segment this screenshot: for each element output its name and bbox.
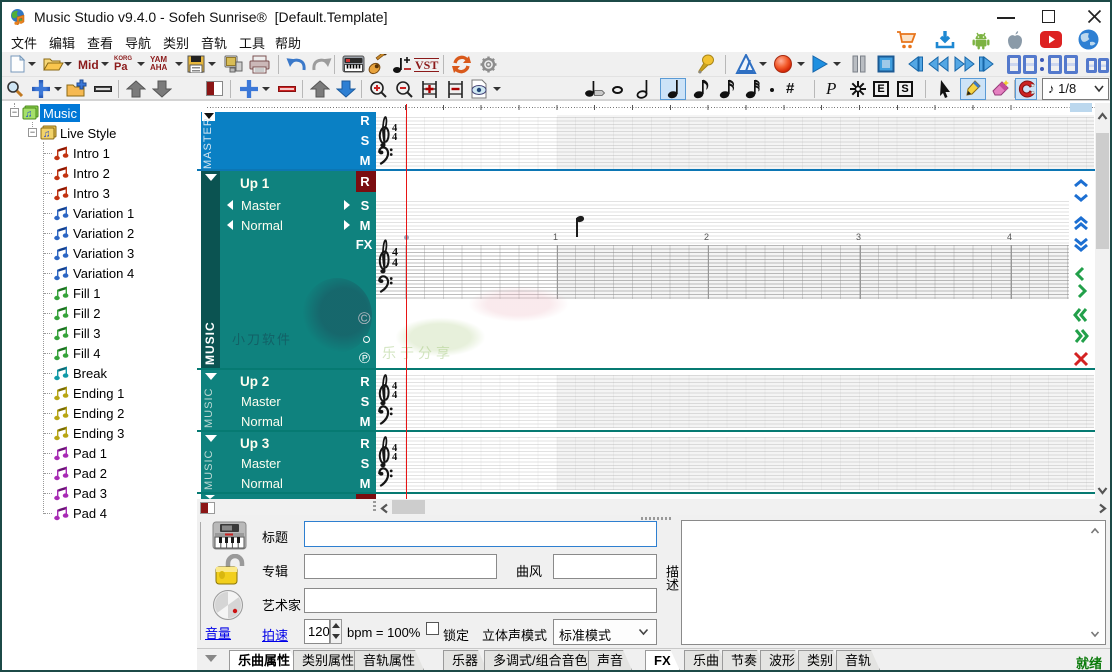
- svg-text:4: 4: [392, 390, 398, 401]
- svg-text:4: 4: [392, 132, 398, 143]
- svg-text:4: 4: [392, 452, 398, 463]
- svg-text:♫: ♫: [43, 129, 51, 140]
- svg-text:4: 4: [392, 255, 398, 269]
- svg-text:♫: ♫: [25, 109, 33, 120]
